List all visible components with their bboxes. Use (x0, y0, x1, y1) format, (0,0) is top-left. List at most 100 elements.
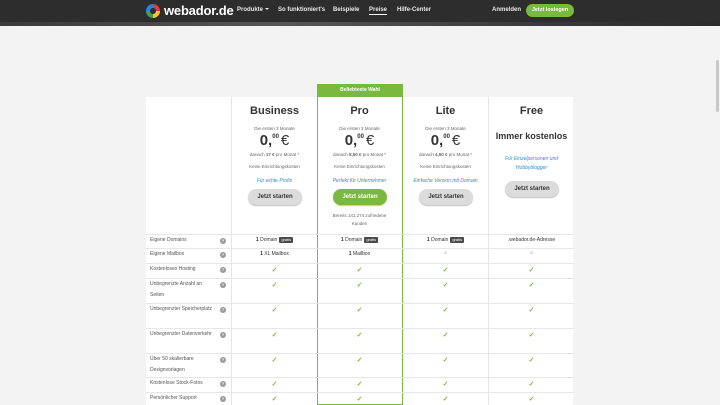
feature-cell: .webador.de-Adresse (489, 237, 574, 243)
help-icon[interactable]: ? (220, 332, 226, 338)
free-badge: gratis (364, 237, 379, 243)
feature-cell: ✓ (403, 331, 488, 339)
feature-count: 1 (260, 251, 263, 257)
scrollbar[interactable] (716, 60, 719, 112)
help-icon[interactable]: ? (220, 238, 226, 244)
feature-label: Eigene Domains (150, 237, 187, 243)
plan-price: 0,00 € (430, 132, 461, 149)
feature-cell: 1 Domain gratis (232, 237, 317, 243)
feature-cell: 1 XL Mailbox (232, 251, 317, 257)
check-icon: ✓ (271, 357, 278, 364)
plan-price: 0,00 € (259, 132, 290, 149)
check-icon: ✓ (442, 307, 449, 314)
start-button-free[interactable]: Jetzt starten (505, 181, 559, 197)
help-icon[interactable]: ? (220, 396, 226, 402)
check-icon: ✓ (528, 381, 535, 388)
feature-label: Eigene Mailbox (150, 251, 185, 257)
free-badge: gratis (450, 237, 465, 243)
feature-count: 1 (340, 237, 344, 243)
help-icon[interactable]: ? (220, 282, 226, 288)
plan-name: Lite (435, 105, 456, 117)
plan-tagline: Für Einzelpersonen und Hobbyblogger (504, 156, 559, 171)
start-button-pro[interactable]: Jetzt starten (333, 189, 387, 205)
plan-name: Free (519, 105, 544, 117)
feature-cell: ✓ (403, 395, 488, 403)
check-icon: ✓ (271, 332, 278, 339)
feature-cell: ✓ (317, 395, 402, 403)
feature-cell: ✓ (317, 356, 402, 364)
check-icon: ✓ (442, 282, 449, 289)
header-image-strip (0, 22, 720, 26)
check-icon: ✓ (442, 267, 449, 274)
customer-count: Bereits 141.274 zufriedene Kunden (332, 213, 387, 226)
plan-tagline: Perfekt für Unternehmer (332, 178, 387, 184)
check-icon: ✓ (442, 332, 449, 339)
plan-after-price: danach 4,50 € pro Monat * (418, 152, 473, 157)
nav-link-produkte[interactable]: Produkte (237, 7, 270, 13)
logo[interactable]: webador.de (146, 3, 234, 18)
feature-cell: ✓ (232, 356, 317, 364)
check-icon: ✓ (356, 357, 363, 364)
feature-value: Mailbox (352, 251, 371, 257)
plan-setup: Keine Einrichtungskosten (420, 164, 471, 169)
feature-value: Domain (345, 237, 363, 243)
check-icon: ✓ (356, 307, 363, 314)
feature-label: Über 50 skalierbare Designvorlagen (150, 356, 194, 373)
feature-cell: ✓ (489, 380, 574, 388)
start-button-business[interactable]: Jetzt starten (248, 189, 302, 205)
feature-count: 1 (255, 237, 259, 243)
feature-cell: 1 Mailbox (317, 251, 402, 257)
nav-link-so-funktioniert[interactable]: So funktioniert's (278, 7, 325, 13)
help-icon[interactable]: ? (220, 357, 226, 363)
help-icon[interactable]: ? (220, 307, 226, 313)
feature-value: .webador.de-Adresse (507, 237, 556, 243)
check-icon: ✓ (528, 307, 535, 314)
plan-after-price: danach 17 € pro Monat * (249, 152, 300, 157)
plan-setup: Keine Einrichtungskosten (334, 164, 385, 169)
plan-setup: Keine Einrichtungskosten (249, 164, 300, 169)
feature-cell: ✓ (489, 356, 574, 364)
plan-tagline: Einfache Version mit Domain (413, 178, 478, 184)
check-icon: ✓ (271, 267, 278, 274)
feature-cell: ✓ (232, 306, 317, 314)
feature-cell: ✓ (232, 331, 317, 339)
feature-cell: ✓ (489, 306, 574, 314)
plan-intro: Die ersten 3 Monate (425, 126, 466, 131)
start-button-lite[interactable]: Jetzt starten (419, 189, 473, 205)
nav-link-hilfe-center[interactable]: Hilfe-Center (397, 7, 431, 13)
feature-label: Unbegrenzter Speicherplatz (150, 306, 212, 312)
check-icon: ✓ (356, 381, 363, 388)
check-icon: ✓ (442, 381, 449, 388)
feature-count: 1 (426, 237, 430, 243)
help-icon[interactable]: ? (220, 381, 226, 387)
feature-cell: ✓ (489, 281, 574, 289)
check-icon: ✓ (356, 396, 363, 403)
help-icon[interactable]: ? (220, 267, 226, 273)
feature-value: Domain (431, 237, 449, 243)
feature-cell: ✓ (232, 395, 317, 403)
check-icon: ✓ (528, 357, 535, 364)
feature-cell: ✓ (489, 266, 574, 274)
feature-cell: ✓ (232, 281, 317, 289)
check-icon: ✓ (271, 282, 278, 289)
check-icon: ✓ (271, 396, 278, 403)
get-started-button[interactable]: Jetzt loslegen (526, 4, 574, 17)
check-icon: ✓ (356, 332, 363, 339)
feature-count: 1 (348, 251, 352, 257)
plan-tagline: Für echte Profis (256, 178, 293, 184)
plan-intro: Die ersten 3 Monate (254, 126, 295, 131)
help-icon[interactable]: ? (220, 252, 226, 258)
feature-cell: ✓ (489, 331, 574, 339)
check-icon: ✓ (528, 396, 535, 403)
nav-link-preise[interactable]: Preise (369, 7, 388, 15)
chevron-down-icon (265, 8, 270, 11)
plan-intro: Die ersten 3 Monate (339, 126, 380, 131)
logo-text: webador.de (164, 3, 234, 18)
login-link[interactable]: Anmelden (492, 7, 521, 13)
free-badge: gratis (279, 237, 294, 243)
feature-cell: ✓ (232, 380, 317, 388)
feature-value: XL Mailbox (264, 251, 289, 257)
feature-cell: ✓ (489, 395, 574, 403)
nav-link-beispiele[interactable]: Beispiele (333, 7, 359, 13)
feature-cell: ✓ (232, 266, 317, 274)
